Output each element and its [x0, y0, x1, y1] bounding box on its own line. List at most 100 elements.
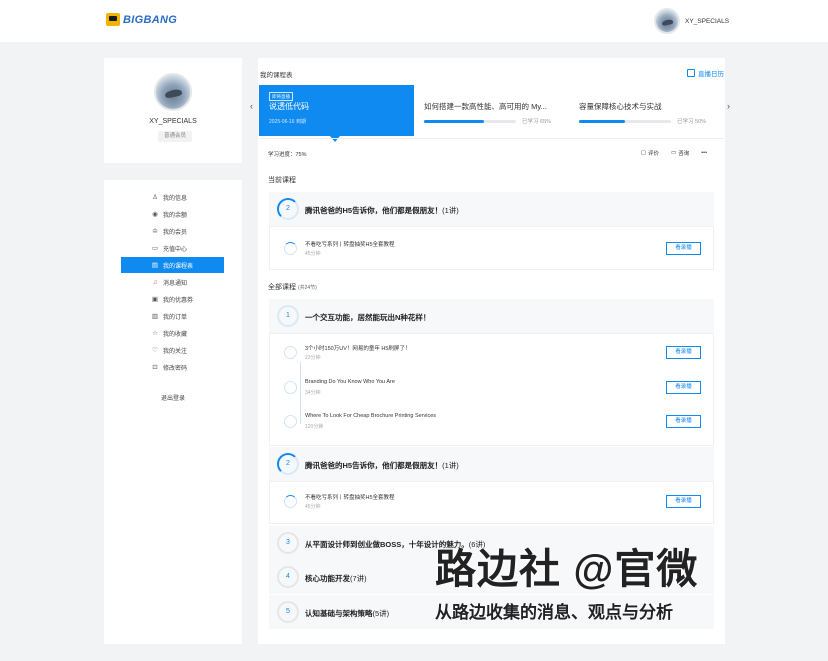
sidebar-item-notifications[interactable]: ♫ 消息通知: [121, 274, 224, 290]
sidebar-item-label: 消息通知: [163, 280, 188, 287]
crown-icon: ♔: [152, 228, 158, 235]
lesson-item[interactable]: 不看吃亏系列丨转盘抽奖H5全套教程 45分钟 看录播: [284, 487, 704, 517]
active-pointer: [330, 136, 340, 142]
sidebar-item-membership[interactable]: ♔ 我的会员: [121, 223, 224, 239]
lesson-title: 不看吃亏系列丨转盘抽奖H5全套教程: [305, 495, 395, 501]
chapter-row[interactable]: 1 一个交互功能，居然能玩出N种花样！: [269, 299, 714, 333]
sidebar-item-coupons[interactable]: ▣ 我的优惠券: [121, 291, 224, 307]
live-tag: 即将直播: [269, 92, 293, 101]
lesson-list: 3个小时150万UV！网易的童年 H5刷屏了！ 23分钟 看录播 Brandin…: [269, 333, 714, 446]
chapter-title: 核心功能开发: [305, 574, 350, 583]
watch-replay-button[interactable]: 看录播: [666, 495, 701, 508]
course-card-active[interactable]: 即将直播 说透低代码 2025-06-16 到期: [259, 85, 414, 136]
lesson-item[interactable]: 不看吃亏系列丨转盘抽奖H5全套教程 45分钟 看录播: [284, 234, 704, 264]
user-menu[interactable]: XY_SPECIALS: [654, 8, 729, 34]
profile-card: XY_SPECIALS 普通会员: [104, 58, 242, 163]
chevron-left-icon[interactable]: ‹: [250, 101, 253, 111]
chapter-title: 一个交互功能，居然能玩出N种花样！: [305, 313, 431, 322]
logo[interactable]: BIGBANG: [106, 13, 177, 26]
logout-link[interactable]: 退出登录: [104, 393, 242, 402]
watch-replay-button[interactable]: 看录播: [666, 242, 701, 255]
lesson-title: 不看吃亏系列丨转盘抽奖H5全套教程: [305, 242, 395, 248]
schedule-icon: ▤: [151, 262, 159, 269]
heart-icon: ♡: [152, 347, 158, 354]
course-card-title: 容量保障核心技术与实战: [579, 102, 662, 111]
chapter-title: 认知基础与架构策略: [305, 609, 373, 618]
lesson-item[interactable]: Where To Look For Cheap Brochure Printin…: [284, 407, 704, 437]
sidebar-item-label: 修改密码: [163, 365, 188, 372]
coin-icon: ◉: [152, 211, 158, 218]
sidebar-item-label: 我的会员: [163, 229, 188, 236]
sidebar-item-balance[interactable]: ◉ 我的余额: [121, 206, 224, 222]
sidebar-item-label: 我的优惠券: [163, 297, 194, 304]
chapter-number: 1: [277, 305, 299, 327]
lesson-item[interactable]: Branding Do You Know Who You Are 34分钟 看录…: [284, 373, 704, 403]
schedule-title: 我的课程表: [260, 72, 293, 79]
sidebar-item-recharge[interactable]: ▭ 充值中心: [121, 240, 224, 256]
watermark: 路边社 @官微 从路边收集的消息、观点与分析: [435, 545, 725, 623]
chapter-number: 4: [277, 566, 299, 588]
lesson-progress-icon: [284, 346, 297, 359]
lesson-list: 不看吃亏系列丨转盘抽奖H5全套教程 45分钟 看录播: [269, 481, 714, 524]
lock-icon: ⊡: [152, 364, 158, 371]
chapter-count: (1讲): [442, 206, 459, 215]
sidebar-item-label: 我的关注: [163, 348, 188, 355]
sidebar-item-label: 我的订单: [163, 314, 188, 321]
star-icon: ☆: [152, 330, 158, 337]
top-bar: BIGBANG XY_SPECIALS: [0, 0, 828, 42]
course-actions: ▢ 评价 ▭ 咨询 •••: [641, 149, 707, 157]
lesson-duration: 23分钟: [305, 355, 321, 361]
chapter-count: (1讲): [442, 461, 459, 470]
progress-text: 已学习 50%: [677, 119, 707, 125]
logo-icon: [106, 13, 120, 26]
progress-fill: [424, 120, 484, 123]
sidebar-item-info[interactable]: ♙ 我的信息: [121, 189, 224, 205]
more-button[interactable]: •••: [701, 149, 707, 157]
course-card-title: 说透低代码: [269, 102, 309, 111]
chapter-number: 5: [277, 601, 299, 623]
review-button[interactable]: ▢ 评价: [641, 149, 659, 157]
progress-bar: [424, 120, 516, 123]
lesson-progress-icon: [284, 381, 297, 394]
sidebar-item-password[interactable]: ⊡ 修改密码: [121, 359, 224, 375]
lesson-progress-icon: [284, 242, 297, 255]
sidebar-item-schedule[interactable]: ▤ 我的课程表: [121, 257, 224, 273]
lesson-progress-icon: [284, 415, 297, 428]
chapter-row[interactable]: 2 腾讯爸爸的H5告诉你，他们都是假朋友！(1讲): [269, 447, 714, 481]
chapter-number: 3: [277, 532, 299, 554]
progress-fill: [579, 120, 625, 123]
lesson-title: 3个小时150万UV！网易的童年 H5刷屏了！: [305, 346, 411, 352]
course-card[interactable]: 如何搭建一款高性能、高可用的 My... 已学习 65%: [416, 85, 561, 136]
watermark-title: 路边社 @官微: [435, 546, 699, 592]
watch-replay-button[interactable]: 看录播: [666, 415, 701, 428]
sidebar-item-following[interactable]: ♡ 我的关注: [121, 342, 224, 358]
lesson-duration: 120分钟: [305, 424, 324, 430]
calendar-icon: [687, 69, 695, 77]
logo-text: BIGBANG: [123, 13, 178, 26]
divider: [259, 138, 724, 139]
study-progress: 学习进度：75%: [268, 152, 307, 158]
progress-text: 已学习 65%: [522, 119, 552, 125]
course-card-title: 如何搭建一款高性能、高可用的 My...: [424, 102, 547, 111]
calendar-link[interactable]: 直播日历: [687, 68, 724, 78]
chevron-right-icon[interactable]: ›: [727, 101, 730, 111]
chapter-title: 腾讯爸爸的H5告诉你，他们都是假朋友！: [305, 206, 443, 215]
watermark-subtitle: 从路边收集的消息、观点与分析: [435, 603, 673, 622]
lesson-item[interactable]: 3个小时150万UV！网易的童年 H5刷屏了！ 23分钟 看录播: [284, 338, 704, 368]
chapter-number: 2: [277, 198, 299, 220]
sidebar-item-orders[interactable]: ▥ 我的订单: [121, 308, 224, 324]
lesson-title: Branding Do You Know Who You Are: [305, 379, 395, 385]
member-badge: 普通会员: [158, 131, 192, 142]
chapter-row[interactable]: 2 腾讯爸爸的H5告诉你，他们都是假朋友！(1讲): [269, 192, 714, 226]
consult-button[interactable]: ▭ 咨询: [671, 149, 689, 157]
sidebar-item-label: 我的收藏: [163, 331, 188, 338]
watch-replay-button[interactable]: 看录播: [666, 381, 701, 394]
course-card[interactable]: 容量保障核心技术与实战 已学习 50%: [571, 85, 716, 136]
avatar[interactable]: [654, 8, 680, 34]
chapter-count: (7讲): [350, 574, 367, 583]
consult-label: 咨询: [678, 151, 690, 157]
all-courses-heading: 全部课程 (共24节): [268, 282, 317, 292]
watch-replay-button[interactable]: 看录播: [666, 346, 701, 359]
sidebar-item-favorites[interactable]: ☆ 我的收藏: [121, 325, 224, 341]
current-course-heading: 当前课程: [268, 177, 296, 184]
